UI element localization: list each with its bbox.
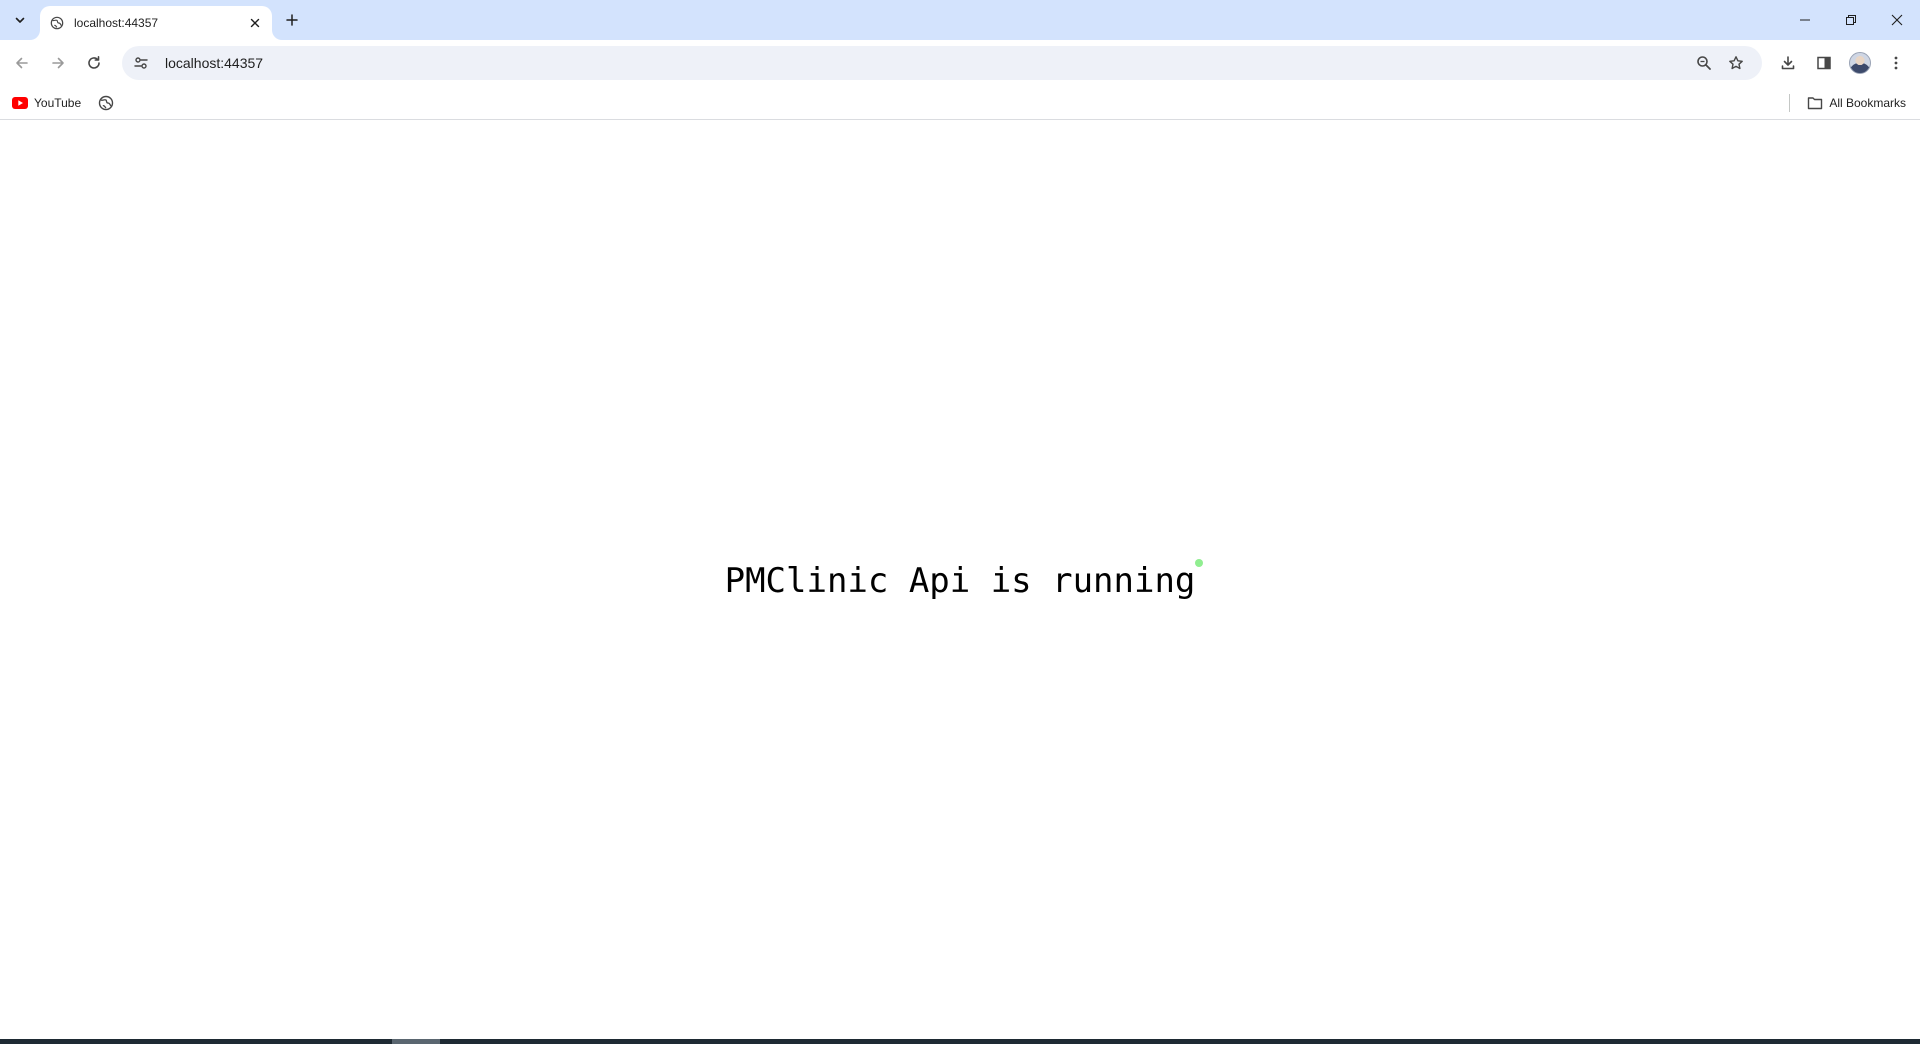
forward-button[interactable] <box>42 47 74 79</box>
api-status-message: PMClinic Api is running <box>0 559 1920 601</box>
side-panel-icon <box>1816 55 1832 71</box>
globe-icon <box>50 16 64 30</box>
site-info-button[interactable] <box>127 49 155 77</box>
folder-icon <box>1807 96 1823 110</box>
bookmark-star-button[interactable] <box>1722 49 1750 77</box>
page-viewport: PMClinic Api is running <box>0 121 1920 1039</box>
bookmark-label: YouTube <box>34 96 82 110</box>
all-bookmarks-button[interactable]: All Bookmarks <box>1801 91 1912 115</box>
address-bar[interactable]: localhost:44357 <box>122 46 1762 80</box>
url-text[interactable]: localhost:44357 <box>165 55 1690 71</box>
menu-button[interactable] <box>1880 47 1912 79</box>
status-indicator-dot <box>1195 559 1204 567</box>
arrow-left-icon <box>14 55 30 71</box>
close-icon <box>1891 14 1903 26</box>
more-vert-icon <box>1888 55 1904 71</box>
tab-search-button[interactable] <box>8 8 32 32</box>
reload-icon <box>86 55 102 71</box>
browser-toolbar: localhost:44357 <box>0 40 1920 86</box>
taskbar-indicator <box>392 1039 440 1044</box>
tune-icon <box>133 55 149 71</box>
globe-icon <box>98 95 114 111</box>
tab-close-button[interactable] <box>246 14 264 32</box>
all-bookmarks-label: All Bookmarks <box>1829 96 1906 110</box>
new-tab-button[interactable] <box>280 8 304 32</box>
plus-icon <box>285 13 299 27</box>
bookmarks-divider <box>1789 94 1790 112</box>
side-panel-button[interactable] <box>1808 47 1840 79</box>
status-text: PMClinic Api is running <box>724 561 1196 601</box>
close-window-button[interactable] <box>1874 0 1920 40</box>
close-icon <box>250 18 260 28</box>
star-icon <box>1728 55 1744 71</box>
taskbar-strip <box>0 1039 1920 1044</box>
minimize-button[interactable] <box>1782 0 1828 40</box>
back-button[interactable] <box>6 47 38 79</box>
youtube-icon <box>12 97 28 109</box>
download-icon <box>1780 55 1796 71</box>
bookmark-globe[interactable] <box>92 91 120 115</box>
window-controls <box>1782 0 1920 40</box>
bookmarks-bar: YouTube All Bookmarks <box>0 86 1920 120</box>
zoom-icon <box>1696 55 1712 71</box>
status-text-wrapper: PMClinic Api is running <box>724 559 1204 601</box>
reload-button[interactable] <box>78 47 110 79</box>
active-tab[interactable]: localhost:44357 <box>40 6 272 40</box>
tab-title: localhost:44357 <box>74 16 159 30</box>
restore-button[interactable] <box>1828 0 1874 40</box>
profile-button[interactable] <box>1844 47 1876 79</box>
chevron-down-icon <box>14 14 26 26</box>
minimize-icon <box>1799 14 1811 26</box>
arrow-right-icon <box>50 55 66 71</box>
downloads-button[interactable] <box>1772 47 1804 79</box>
bookmark-youtube[interactable]: YouTube <box>6 91 87 115</box>
tab-strip: localhost:44357 <box>0 0 1920 40</box>
zoom-button[interactable] <box>1690 49 1718 77</box>
avatar <box>1849 52 1871 74</box>
restore-icon <box>1845 14 1857 26</box>
